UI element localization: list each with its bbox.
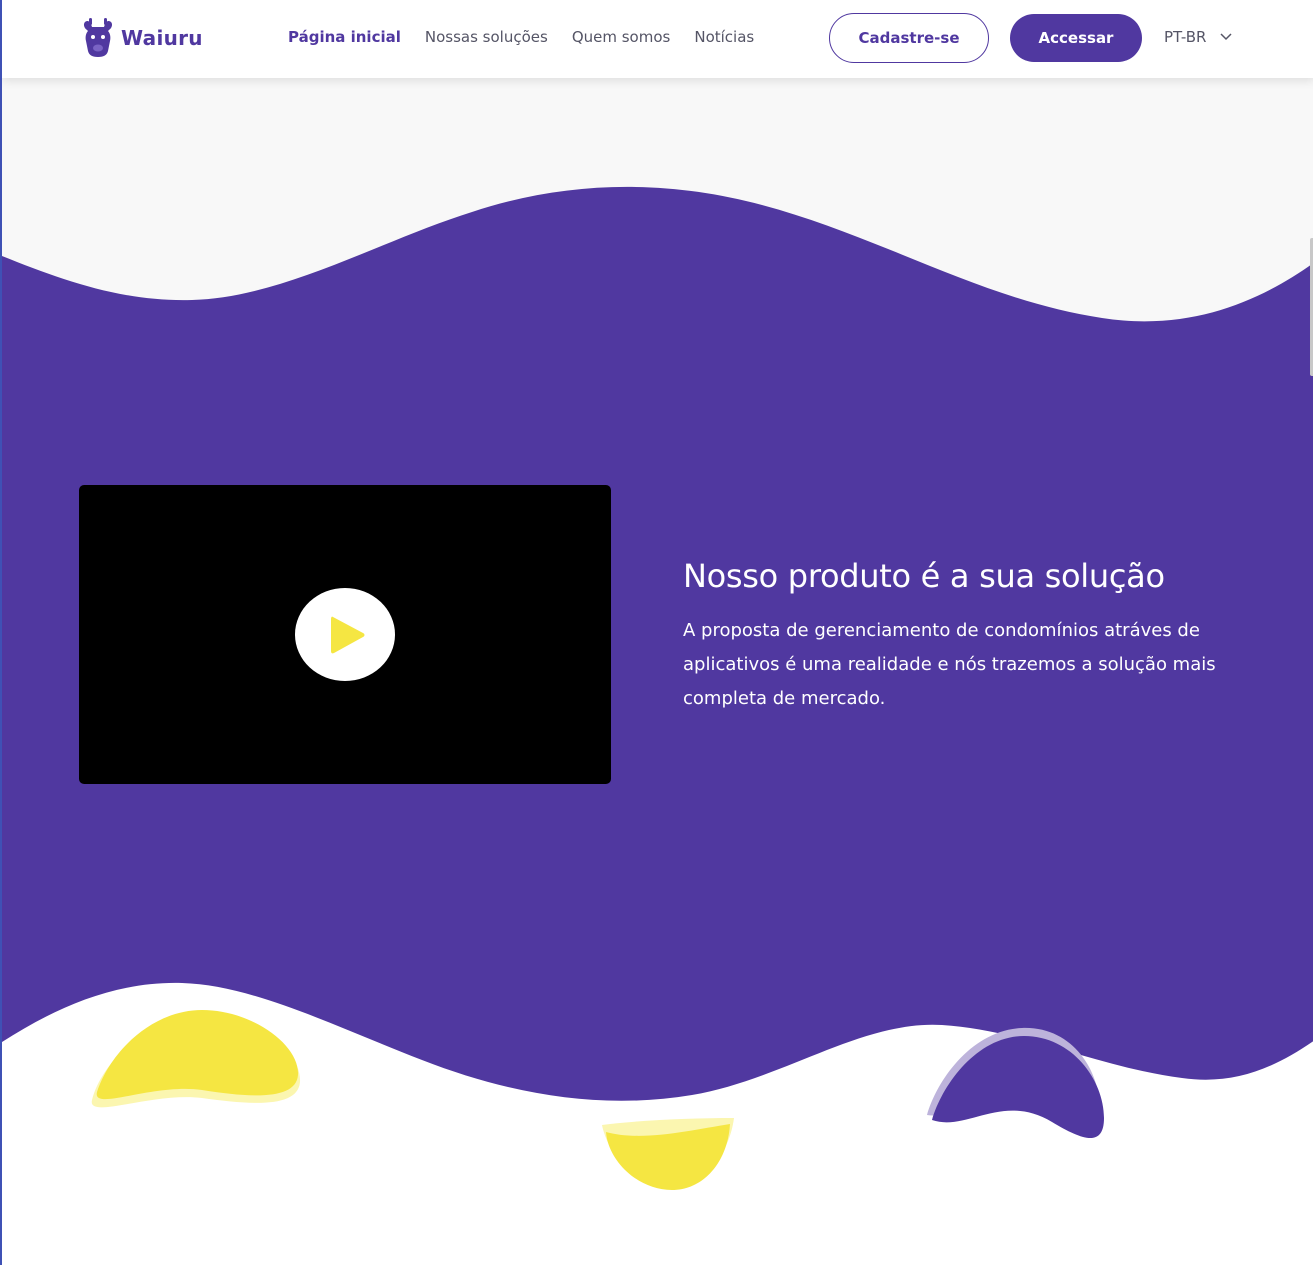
login-button[interactable]: Accessar	[1010, 14, 1142, 62]
language-label: PT-BR	[1164, 28, 1207, 46]
nav-item-solutions[interactable]: Nossas soluções	[425, 28, 548, 46]
chevron-down-icon	[1220, 33, 1232, 41]
hero-title: Nosso produto é a sua solução	[683, 557, 1165, 595]
hero-description: A proposta de gerenciamento de condomíni…	[683, 620, 1216, 709]
logo[interactable]: Waiuru	[79, 16, 203, 60]
main-nav: Página inicial Nossas soluções Quem somo…	[288, 28, 778, 46]
hero-content: Nosso produto é a sua solução A proposta…	[683, 556, 1253, 716]
play-button[interactable]	[295, 588, 395, 681]
site-header: Waiuru Página inicial Nossas soluções Qu…	[2, 0, 1313, 78]
nav-item-news[interactable]: Notícias	[694, 28, 754, 46]
page: Waiuru Página inicial Nossas soluções Qu…	[0, 0, 1313, 1265]
video-player[interactable]	[79, 485, 611, 784]
language-selector[interactable]: PT-BR	[1164, 28, 1232, 46]
giraffe-logo-icon	[83, 18, 113, 58]
signup-button[interactable]: Cadastre-se	[829, 13, 989, 63]
nav-item-home[interactable]: Página inicial	[288, 28, 401, 46]
yellow-blob-left	[96, 1010, 299, 1100]
play-icon	[331, 616, 365, 653]
logo-text: Waiuru	[121, 26, 203, 50]
nav-item-about[interactable]: Quem somos	[572, 28, 671, 46]
